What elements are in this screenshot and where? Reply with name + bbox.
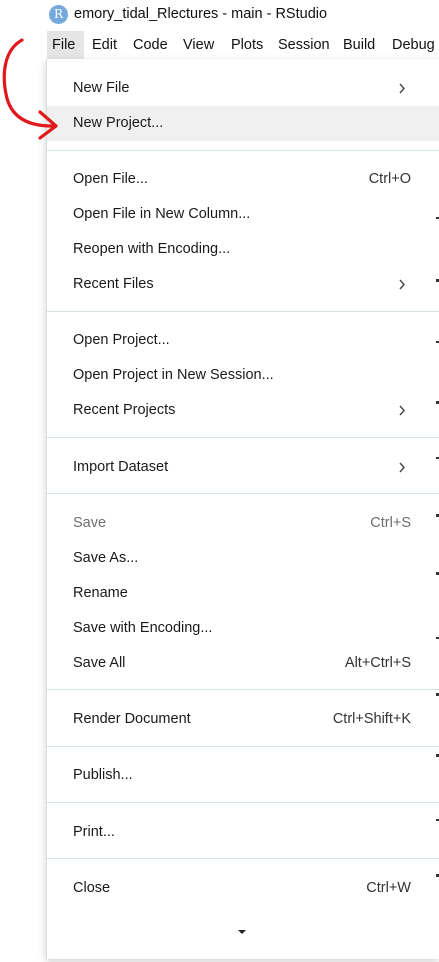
menu-code[interactable]: Code: [128, 31, 173, 59]
menu-item-save-with-encoding[interactable]: Save with Encoding...: [47, 611, 439, 646]
menu-separator: [47, 746, 439, 747]
menu-separator: [47, 858, 439, 859]
menu-separator: [47, 150, 439, 151]
shortcut-label: Ctrl+S: [370, 515, 411, 531]
menu-item-label: Open Project...: [73, 332, 170, 348]
menu-item-rename[interactable]: Rename: [47, 576, 439, 611]
menu-separator: [47, 311, 439, 312]
menu-item-label: Save: [73, 515, 107, 531]
caret-down-icon[interactable]: [238, 930, 246, 934]
menu-item-new-file[interactable]: New File: [47, 71, 439, 106]
menu-separator: [47, 493, 439, 494]
menu-file[interactable]: File: [47, 31, 84, 59]
menu-item-close[interactable]: Close Ctrl+W: [47, 871, 439, 906]
menu-item-label: Recent Files: [73, 276, 154, 292]
chevron-right-icon: [399, 405, 405, 416]
menu-plots[interactable]: Plots: [226, 31, 268, 59]
rstudio-logo-icon: R: [49, 5, 68, 24]
menu-item-recent-projects[interactable]: Recent Projects: [47, 393, 439, 428]
shortcut-label: Ctrl+O: [368, 171, 411, 187]
file-menu-dropdown: New File New Project... Open File... Ctr…: [46, 59, 439, 959]
menu-item-import-dataset[interactable]: Import Dataset: [47, 450, 439, 485]
menu-item-reopen-with-encoding[interactable]: Reopen with Encoding...: [47, 232, 439, 267]
shortcut-label: Ctrl+W: [366, 880, 411, 896]
menu-separator: [47, 689, 439, 690]
menu-item-save-all[interactable]: Save All Alt+Ctrl+S: [47, 646, 439, 681]
menu-item-label: New Project...: [73, 115, 164, 131]
menu-item-save-as[interactable]: Save As...: [47, 541, 439, 576]
menu-bar: File Edit Code View Plots Session Build …: [0, 31, 439, 59]
menu-item-new-project[interactable]: New Project...: [47, 106, 439, 141]
menu-build[interactable]: Build: [338, 31, 380, 59]
menu-item-label: Publish...: [73, 767, 133, 783]
menu-item-label: New File: [73, 80, 130, 96]
window-title: emory_tidal_Rlectures - main - RStudio: [74, 6, 328, 22]
menu-item-label: Print...: [73, 824, 115, 840]
menu-item-recent-files[interactable]: Recent Files: [47, 267, 439, 302]
menu-item-label: Render Document: [73, 711, 191, 727]
chevron-right-icon: [399, 462, 405, 473]
menu-item-print[interactable]: Print...: [47, 815, 439, 850]
chevron-right-icon: [399, 279, 405, 290]
menu-item-label: Open File...: [73, 171, 148, 187]
menu-item-open-project-new-session[interactable]: Open Project in New Session...: [47, 358, 439, 393]
menu-item-save[interactable]: Save Ctrl+S: [47, 506, 439, 541]
menu-item-label: Save As...: [73, 550, 139, 566]
shortcut-label: Ctrl+Shift+K: [332, 711, 411, 727]
menu-item-label: Rename: [73, 585, 128, 601]
menu-edit[interactable]: Edit: [87, 31, 122, 59]
title-bar: R emory_tidal_Rlectures - main - RStudio: [0, 0, 439, 31]
menu-separator: [47, 802, 439, 803]
menu-item-label: Close: [73, 880, 111, 896]
menu-item-label: Recent Projects: [73, 402, 176, 418]
menu-session[interactable]: Session: [273, 31, 335, 59]
background-window-edge: [435, 59, 439, 959]
menu-item-label: Open Project in New Session...: [73, 367, 274, 383]
menu-item-label: Reopen with Encoding...: [73, 241, 231, 257]
menu-item-label: Open File in New Column...: [73, 206, 251, 222]
menu-item-open-file-new-column[interactable]: Open File in New Column...: [47, 197, 439, 232]
menu-separator: [47, 437, 439, 438]
menu-item-label: Save All: [73, 655, 126, 671]
menu-debug[interactable]: Debug: [387, 31, 439, 59]
shortcut-label: Alt+Ctrl+S: [344, 655, 411, 671]
menu-item-open-file[interactable]: Open File... Ctrl+O: [47, 162, 439, 197]
menu-item-label: Import Dataset: [73, 459, 169, 475]
menu-view[interactable]: View: [178, 31, 219, 59]
menu-item-render-document[interactable]: Render Document Ctrl+Shift+K: [47, 702, 439, 737]
menu-item-publish[interactable]: Publish...: [47, 758, 439, 793]
menu-item-open-project[interactable]: Open Project...: [47, 323, 439, 358]
menu-item-label: Save with Encoding...: [73, 620, 213, 636]
chevron-right-icon: [399, 83, 405, 94]
